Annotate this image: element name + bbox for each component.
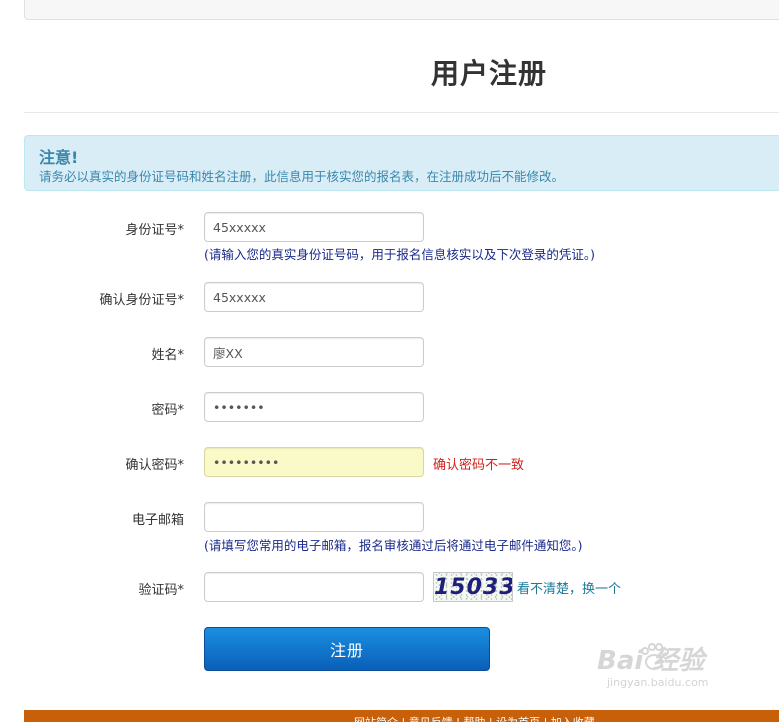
baidu-jingyan-watermark: Bai 经验 jingyan.baidu.com (597, 640, 739, 698)
email-hint: (请填写您常用的电子邮箱，报名审核通过后将通过电子邮件通知您。) (204, 538, 583, 553)
alert-text: 请务必以真实的身份证号码和姓名注册，此信息用于核实您的报名表，在注册成功后不能修… (39, 169, 565, 184)
email-label: 电子邮箱 (131, 513, 184, 528)
captcha-label: 验证码* (138, 583, 184, 598)
name-label: 姓名* (151, 348, 184, 363)
id-number-input[interactable] (204, 212, 424, 242)
confirm-password-error: 确认密码不一致 (433, 458, 525, 473)
alert-title: 注意! (39, 148, 79, 167)
footer-bar: 网站简介 | 意见反馈 | 帮助 | 设为首页 | 加入收藏 (24, 710, 779, 722)
top-nav-bar (24, 0, 779, 20)
paw-icon (641, 643, 669, 670)
confirm-id-input[interactable] (204, 282, 424, 312)
password-label: 密码* (151, 403, 184, 418)
captcha-image-text: 15033 (434, 575, 513, 600)
name-input[interactable] (204, 337, 424, 367)
notice-alert: 注意! 请务必以真实的身份证号码和姓名注册，此信息用于核实您的报名表，在注册成功… (24, 135, 779, 191)
captcha-image[interactable]: 15033 (433, 572, 513, 602)
page-title: 用户注册 (431, 57, 548, 90)
confirm-password-input[interactable] (204, 447, 424, 477)
register-button[interactable]: 注册 (204, 627, 490, 671)
watermark-sub: jingyan.baidu.com (607, 676, 709, 689)
footer-links[interactable]: 网站简介 | 意见反馈 | 帮助 | 设为首页 | 加入收藏 (354, 714, 595, 722)
confirm-password-label: 确认密码* (125, 458, 184, 473)
captcha-refresh-link[interactable]: 看不清楚，换一个 (517, 578, 621, 597)
id-number-hint: (请输入您的真实身份证号码，用于报名信息核实以及下次登录的凭证。) (204, 247, 596, 262)
captcha-input[interactable] (204, 572, 424, 602)
confirm-id-label: 确认身份证号* (99, 293, 184, 308)
title-divider (24, 112, 779, 113)
password-input[interactable] (204, 392, 424, 422)
email-input[interactable] (204, 502, 424, 532)
id-number-label: 身份证号* (125, 223, 184, 238)
